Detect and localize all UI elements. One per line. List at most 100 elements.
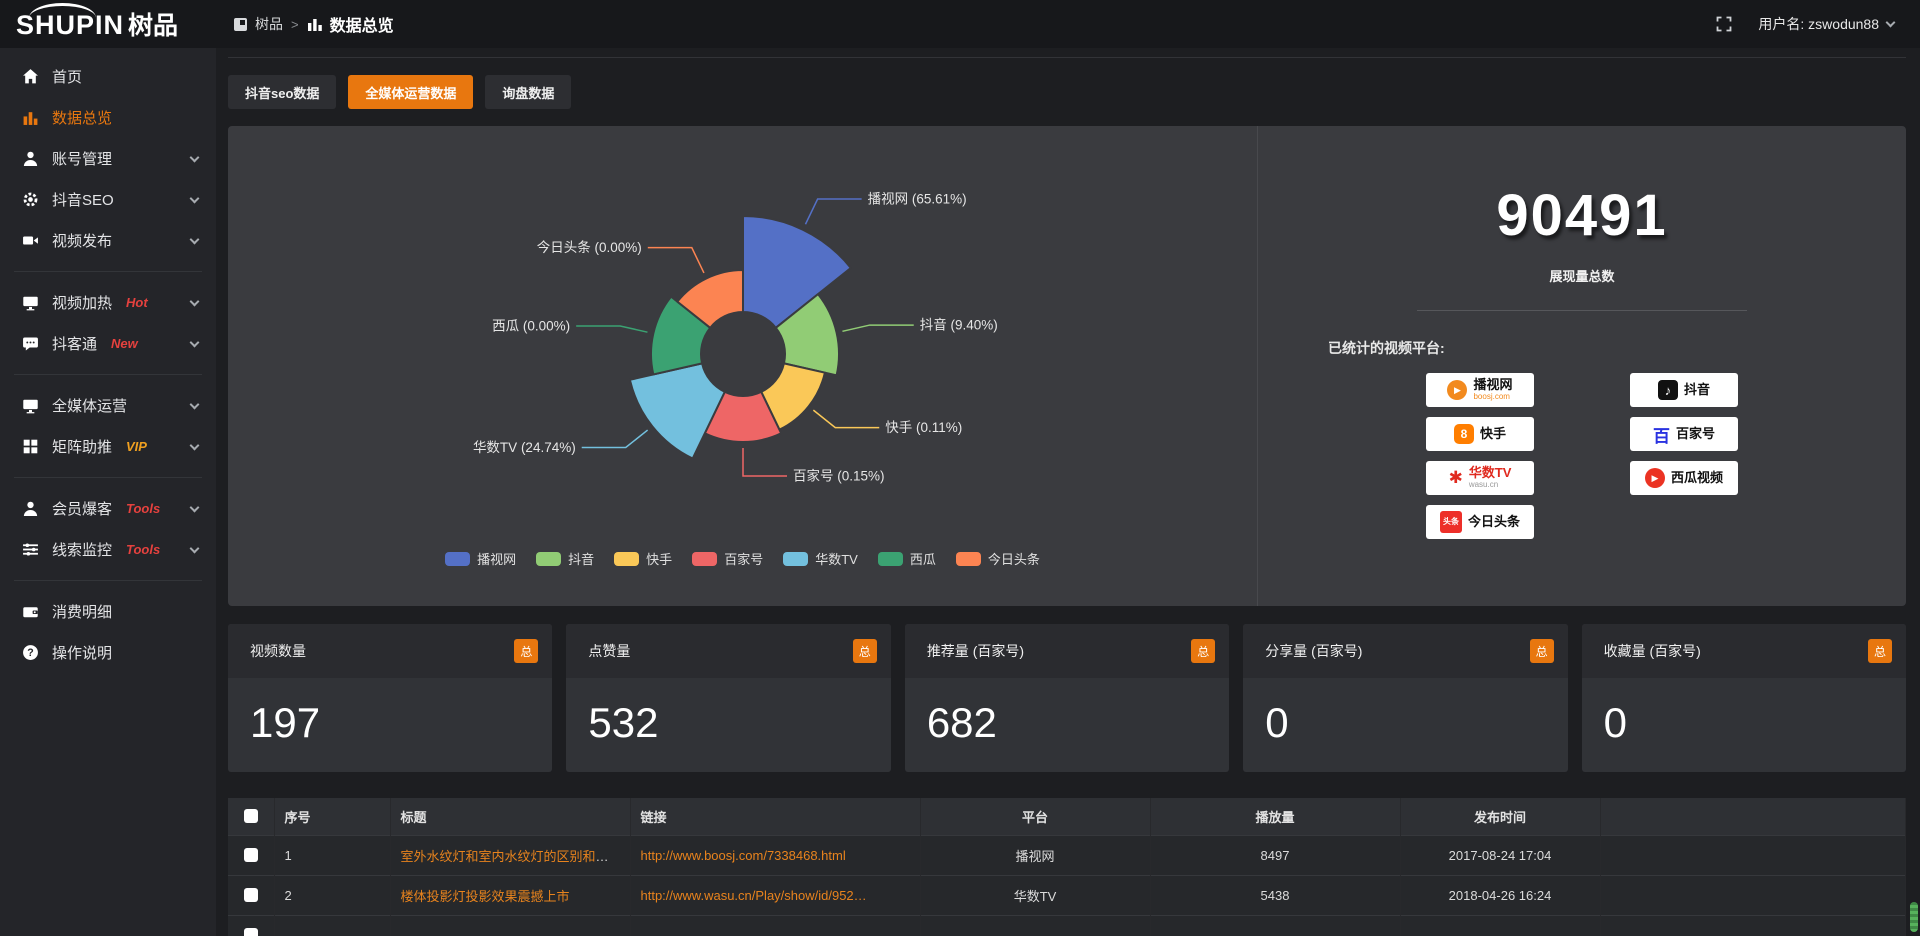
col-header-2: 标题 [390,798,630,835]
douyin-logo-icon: ♪ [1658,380,1678,400]
platform-badge-toutiao[interactable]: 头条今日头条 [1426,505,1534,539]
tab-2[interactable]: 全媒体运营数据 [348,75,473,109]
legend-item-抖音[interactable]: 抖音 [536,549,594,568]
sidebar-item-9[interactable]: 矩阵助推VIP [0,426,216,467]
legend-item-华数TV[interactable]: 华数TV [783,549,858,568]
legend-label: 西瓜 [910,549,936,568]
username-label: 用户名: zswodun88 [1758,14,1879,34]
platform-badge-boosj[interactable]: ▶播视网boosj.com [1426,373,1534,407]
sidebar-item-8[interactable]: 全媒体运营 [0,385,216,426]
pie-label-leader [581,430,647,447]
sidebar-item-2[interactable]: 数据总览 [0,97,216,138]
sidebar-item-4[interactable]: 抖音SEO [0,179,216,220]
row-checkbox[interactable] [244,928,258,936]
boosj-logo-icon: ▶ [1447,380,1467,400]
total-badge[interactable]: 总 [1868,639,1892,663]
cell-link[interactable]: http://www.wasu.cn/Play/show/id/952… [641,888,867,903]
legend-item-今日头条[interactable]: 今日头条 [956,549,1040,568]
scrollbar-thumb[interactable] [1910,902,1918,932]
platform-name: 百家号 [1676,427,1715,441]
chevron-down-icon [190,399,200,409]
platform-badge-douyin[interactable]: ♪抖音 [1630,373,1738,407]
sidebar-item-11[interactable]: 线索监控Tools [0,529,216,570]
breadcrumb: 树品 > 数据总览 [234,12,394,36]
row-checkbox[interactable] [244,848,258,862]
sidebar-item-10[interactable]: 会员爆客Tools [0,488,216,529]
monitor-icon [22,397,39,414]
app-logo[interactable]: SHUPIN 树品 [0,6,216,42]
stat-card-2: 点赞量总532 [566,624,890,772]
toutiao-logo-icon: 头条 [1440,511,1462,533]
sidebar-item-label: 抖音SEO [52,189,114,210]
gear-icon [22,191,39,208]
sidebar-item-5[interactable]: 视频发布 [0,220,216,261]
pie-label-leader [805,199,861,224]
platform-name: 今日头条 [1468,515,1520,529]
cell-no: 1 [285,848,292,863]
legend-item-播视网[interactable]: 播视网 [445,549,516,568]
platform-badge-kuaishou[interactable]: 8快手 [1426,417,1534,451]
sidebar-item-12[interactable]: 消费明细 [0,591,216,632]
chevron-down-icon [190,440,200,450]
cell-title[interactable]: 室外水纹灯和室内水纹灯的区别和简介 [401,849,622,864]
col-header-5: 播放量 [1150,798,1400,835]
sidebar-item-1[interactable]: 首页 [0,56,216,97]
cell-time: 2018-04-26 16:24 [1449,888,1552,903]
user-menu[interactable]: 用户名: zswodun88 [1758,14,1894,34]
select-all-checkbox[interactable] [244,809,258,823]
total-badge[interactable]: 总 [514,639,538,663]
sidebar: 首页数据总览账号管理抖音SEO 视频发布视频加热Hot抖客通New 全媒体运营矩阵助… [0,48,216,936]
sidebar-item-badge: Hot [126,295,148,310]
cell-no: 2 [285,888,292,903]
total-badge[interactable]: 总 [1191,639,1215,663]
legend-item-快手[interactable]: 快手 [614,549,672,568]
pie-label: 今日头条 (0.00%) [536,239,641,255]
total-badge[interactable]: 总 [853,639,877,663]
platform-badge-wasu[interactable]: ✱华数TVwasu.cn [1426,461,1534,495]
breadcrumb-root[interactable]: 树品 [255,14,283,34]
chevron-down-icon [190,234,200,244]
legend-chip [692,552,717,566]
pie-label: 播视网 (65.61%) [867,192,966,207]
tab-3[interactable]: 询盘数据 [485,75,571,109]
stat-card-5: 收藏量 (百家号)总0 [1582,624,1906,772]
sidebar-item-6[interactable]: 视频加热Hot [0,282,216,323]
sidebar-item-13[interactable]: ?操作说明 [0,632,216,673]
topbar: SHUPIN 树品 树品 > 数据总览 用户名: zswodun88 [0,0,1920,48]
platform-name: 播视网 [1473,378,1512,392]
pie-label: 西瓜 (0.00%) [492,318,570,333]
col-header-4: 平台 [920,798,1150,835]
platform-name: 快手 [1480,427,1506,441]
platform-badge-baijiahao[interactable]: 百百家号 [1630,417,1738,451]
total-impressions-label: 展现量总数 [1258,266,1906,285]
legend-item-西瓜[interactable]: 西瓜 [878,549,936,568]
stat-card-value: 0 [1582,678,1906,772]
row-checkbox[interactable] [244,888,258,902]
stat-card-header: 视频数量总 [228,624,552,678]
legend-label: 百家号 [724,549,763,568]
sidebar-item-7[interactable]: 抖客通New [0,323,216,364]
tabs: 抖音seo数据全媒体运营数据询盘数据 [228,75,1906,109]
sidebar-item-badge: Tools [126,501,160,516]
platform-badge-xigua[interactable]: ▶西瓜视频 [1630,461,1738,495]
pie-slice-华数TV[interactable] [629,363,724,458]
cell-title[interactable]: 楼体投影灯投影效果震撼上市 [401,889,570,904]
sidebar-item-3[interactable]: 账号管理 [0,138,216,179]
legend-item-百家号[interactable]: 百家号 [692,549,763,568]
breadcrumb-separator: > [291,17,299,32]
baijiahao-logo-icon: 百 [1653,422,1670,447]
chart-legend: 播视网 抖音 快手 百家号 华数TV 西瓜 今日头条 [228,549,1257,568]
total-badge[interactable]: 总 [1530,639,1554,663]
fullscreen-icon[interactable] [1716,16,1732,32]
tab-1[interactable]: 抖音seo数据 [228,75,336,109]
total-impressions-value: 90491 [1258,182,1906,249]
rose-pie-chart[interactable]: 播视网 (65.61%)抖音 (9.40%)快手 (0.11%)百家号 (0.1… [243,132,1243,564]
stat-card-header: 点赞量总 [566,624,890,678]
platform-name: 西瓜视频 [1671,471,1723,485]
monitor-icon [22,294,39,311]
sidebar-divider [14,477,202,478]
chevron-down-icon [190,337,200,347]
cell-link[interactable]: http://www.boosj.com/7338468.html [641,848,846,863]
sidebar-item-label: 全媒体运营 [52,395,127,416]
app: SHUPIN 树品 树品 > 数据总览 用户名: zswodun88 首页数据总… [0,0,1920,936]
